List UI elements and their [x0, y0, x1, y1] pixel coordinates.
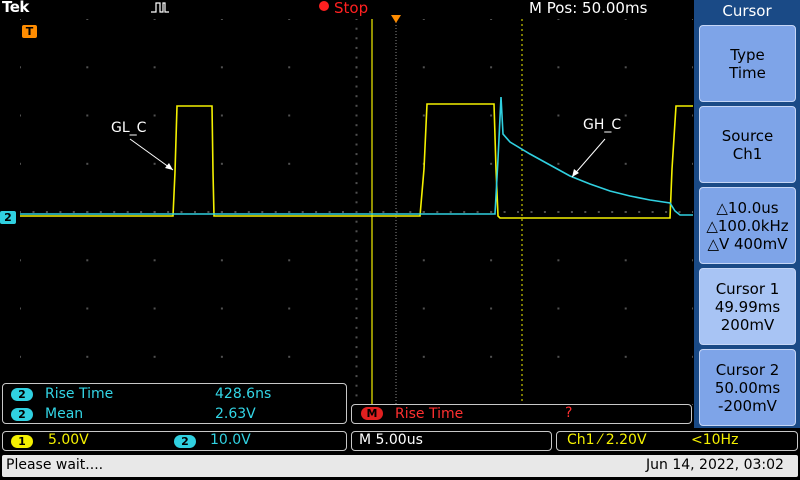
waveform-graticule — [20, 19, 693, 405]
gh-arrow — [571, 138, 606, 178]
cursor-2-button-line-0: Cursor 2 — [715, 360, 780, 379]
trigger-edge-icon — [151, 2, 169, 13]
ch2-ground-label: 2 — [4, 211, 12, 224]
trigger-level-marker[interactable]: T — [22, 25, 37, 38]
meas-2-value: 2.63V — [215, 406, 256, 422]
delta-readout-button-line-2: △V 400mV — [707, 234, 788, 253]
meas-1-channel-badge: 2 — [11, 388, 33, 401]
type-button[interactable]: Type Time — [699, 25, 796, 102]
source-button[interactable]: Source Ch1 — [699, 106, 796, 183]
trigger-readout: Ch1 ⁄ 2.20V — [567, 432, 647, 448]
gl-arrow — [129, 138, 174, 171]
brand-logo: Tek — [2, 0, 29, 16]
gl-c-label: GL_C — [111, 120, 147, 136]
math-badge: M — [361, 407, 383, 420]
trigger-marker-label: T — [25, 25, 34, 38]
math-meas-name: Rise Time — [395, 406, 464, 422]
ch1-scale: 5.00V — [48, 432, 89, 448]
timebase-readout: M 5.00us — [359, 432, 423, 448]
math-meas-value: ? — [565, 405, 573, 421]
source-button-line-1: Ch1 — [732, 144, 763, 163]
cursor-1-button[interactable]: Cursor 1 49.99ms 200mV — [699, 268, 796, 345]
trigger-frequency: <10Hz — [691, 432, 739, 448]
meas-1-value: 428.6ns — [215, 386, 272, 402]
type-button-line-0: Type — [730, 45, 765, 64]
delta-readout-button-line-1: △100.0kHz — [706, 216, 789, 235]
date-time: Jun 14, 2022, 03:02 — [646, 457, 784, 473]
meas-2-channel-badge: 2 — [11, 408, 33, 421]
status-message: Please wait.... — [6, 457, 104, 473]
cursor-2-button[interactable]: Cursor 2 50.00ms -200mV — [699, 349, 796, 426]
grid-dots — [20, 19, 693, 405]
cursor-2-button-line-2: -200mV — [718, 396, 777, 415]
ch2-badge: 2 — [174, 435, 196, 448]
source-button-line-0: Source — [721, 126, 774, 145]
delta-readout-button-line-0: △10.0us — [716, 198, 779, 217]
menu-title: Cursor — [722, 2, 772, 20]
cursor-2-button-line-1: 50.00ms — [714, 378, 781, 397]
cursor-1-button-line-0: Cursor 1 — [715, 279, 780, 298]
type-button-line-1: Time — [729, 63, 766, 82]
meas-2-name: Mean — [45, 406, 84, 422]
gh-c-label: GH_C — [583, 117, 622, 133]
run-state-label: Stop — [334, 0, 369, 17]
ch2-scale: 10.0V — [210, 432, 251, 448]
delta-readout-button[interactable]: △10.0us △100.0kHz △V 400mV — [699, 187, 796, 264]
run-state-indicator-icon — [319, 1, 329, 11]
horizontal-position-readout: M Pos: 50.00ms — [529, 0, 648, 17]
ch2-ground-marker[interactable]: 2 — [0, 211, 16, 224]
ch1-badge: 1 — [11, 435, 33, 448]
cursor-1-button-line-1: 49.99ms — [714, 297, 781, 316]
cursor-1-button-line-2: 200mV — [720, 315, 775, 334]
trigger-time-marker-icon[interactable] — [390, 14, 402, 24]
meas-1-name: Rise Time — [45, 386, 114, 402]
